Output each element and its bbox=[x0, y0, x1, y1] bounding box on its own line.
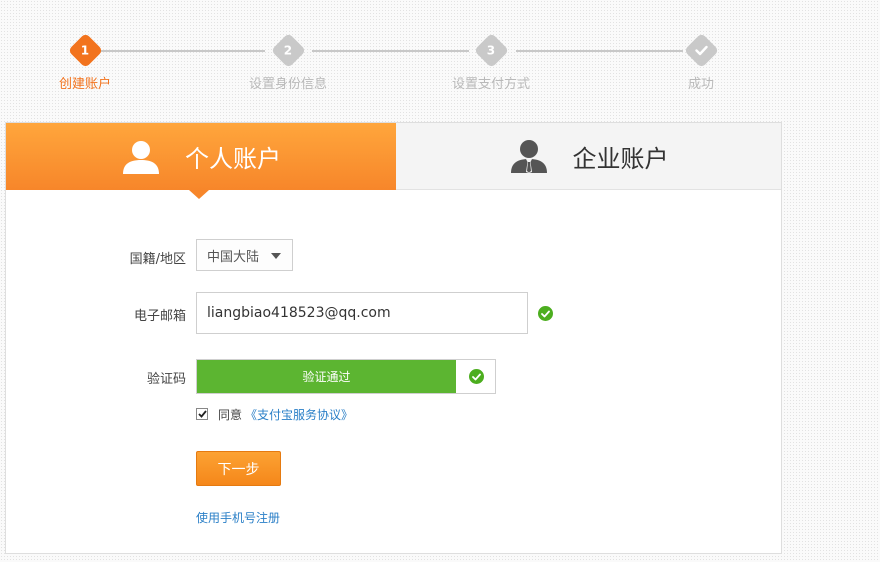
register-with-phone-link[interactable]: 使用手机号注册 bbox=[196, 509, 280, 526]
registration-card: 个人账户 企业账户 国籍/地区 中国大陆 电子邮箱 验证码 验证通过 bbox=[5, 122, 782, 554]
nationality-value: 中国大陆 bbox=[207, 249, 260, 265]
account-type-tabs: 个人账户 企业账户 bbox=[6, 123, 781, 199]
registration-stepper: 1 创建账户 2 设置身份信息 3 设置支付方式 成功 bbox=[0, 0, 880, 110]
step-badge: 2 bbox=[270, 32, 306, 69]
step-success: 成功 bbox=[641, 32, 761, 92]
email-label: 电子邮箱 bbox=[133, 309, 186, 324]
captcha-label: 验证码 bbox=[146, 372, 186, 387]
user-icon bbox=[123, 140, 159, 174]
step-label: 创建账户 bbox=[58, 77, 111, 92]
next-step-button[interactable]: 下一步 bbox=[196, 451, 281, 486]
tab-personal-account[interactable]: 个人账户 bbox=[6, 123, 396, 199]
agreement-row: 同意 《支付宝服务协议》 bbox=[196, 406, 353, 422]
step-badge bbox=[683, 32, 719, 69]
step-label: 成功 bbox=[687, 77, 714, 92]
captcha-slider[interactable]: 验证通过 bbox=[196, 359, 496, 394]
captcha-status-text: 验证通过 bbox=[302, 370, 351, 384]
step-create-account: 1 创建账户 bbox=[25, 32, 145, 92]
step-number: 3 bbox=[486, 43, 496, 58]
step-payment-method: 3 设置支付方式 bbox=[431, 32, 551, 92]
step-identity-info: 2 设置身份信息 bbox=[228, 32, 348, 92]
agreement-checkbox[interactable] bbox=[196, 408, 208, 420]
check-circle-icon bbox=[469, 369, 484, 384]
business-user-icon bbox=[510, 140, 547, 173]
tab-enterprise-account[interactable]: 企业账户 bbox=[396, 123, 781, 190]
step-badge: 1 bbox=[67, 32, 103, 69]
service-agreement-link[interactable]: 《支付宝服务协议》 bbox=[245, 406, 353, 423]
email-input[interactable] bbox=[196, 292, 528, 334]
step-number: 1 bbox=[80, 43, 90, 58]
check-circle-icon bbox=[538, 306, 553, 321]
nationality-select[interactable]: 中国大陆 bbox=[196, 239, 293, 271]
check-icon bbox=[694, 45, 708, 56]
tab-label: 个人账户 bbox=[185, 145, 281, 173]
captcha-status-bar: 验证通过 bbox=[197, 360, 456, 393]
checkmark-icon bbox=[197, 410, 207, 418]
step-label: 设置支付方式 bbox=[451, 77, 530, 92]
step-label: 设置身份信息 bbox=[248, 77, 327, 92]
agreement-text: 同意 bbox=[218, 407, 243, 422]
step-number: 2 bbox=[283, 43, 293, 58]
caret-down-icon bbox=[271, 253, 281, 259]
nationality-label: 国籍/地区 bbox=[129, 252, 186, 267]
tab-label: 企业账户 bbox=[572, 144, 669, 173]
step-badge: 3 bbox=[473, 32, 509, 69]
